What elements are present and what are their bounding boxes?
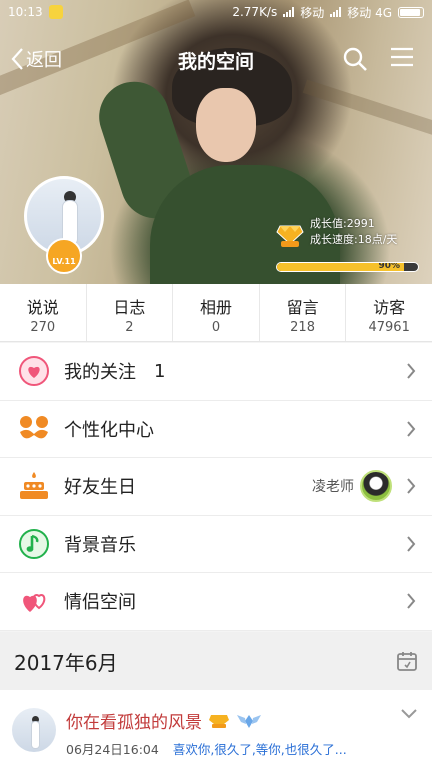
growth-progress-label: 90% bbox=[378, 262, 400, 271]
menu-item-label: 个性化中心 bbox=[64, 419, 154, 441]
stat-messages[interactable]: 留言 218 bbox=[260, 284, 347, 341]
back-button[interactable]: 返回 bbox=[10, 46, 62, 72]
growth-value-label: 成长值: bbox=[310, 217, 347, 230]
follow-count: 1 bbox=[154, 360, 166, 382]
stat-value: 0 bbox=[211, 320, 221, 335]
signal-icon bbox=[330, 7, 342, 17]
stat-label: 日志 bbox=[113, 298, 146, 317]
stat-value: 218 bbox=[290, 320, 315, 335]
chevron-right-icon bbox=[407, 363, 416, 379]
growth-panel[interactable]: 成长值:2991 成长速度:18点/天 90% bbox=[276, 216, 422, 272]
back-label: 返回 bbox=[26, 50, 62, 71]
stat-album[interactable]: 相册 0 bbox=[173, 284, 260, 341]
battery-icon bbox=[398, 6, 424, 18]
menu-item-label: 背景音乐 bbox=[64, 534, 136, 556]
calendar-icon[interactable] bbox=[396, 650, 418, 672]
app-notification-icon bbox=[48, 5, 63, 19]
chevron-left-icon bbox=[11, 48, 23, 70]
status-bar: 10:13 2.77K/s 移动 移动 4G bbox=[0, 0, 432, 24]
avatar-figure-body bbox=[32, 722, 39, 748]
double-heart-icon bbox=[23, 594, 46, 613]
cake-icon bbox=[20, 472, 48, 500]
birthday-friend-name: 凌老师 bbox=[312, 479, 354, 496]
stat-shuoshuo[interactable]: 说说 270 bbox=[0, 284, 87, 341]
growth-value-row: 成长值:2991 bbox=[310, 216, 422, 232]
level-badge-label: LV.11 bbox=[52, 256, 76, 266]
stat-value: 47961 bbox=[368, 320, 410, 335]
network-speed: 2.77K/s bbox=[232, 5, 278, 19]
stat-visitors[interactable]: 访客 47961 bbox=[346, 284, 432, 341]
stat-label: 访客 bbox=[373, 298, 406, 317]
menu-item-couple[interactable]: 情侣空间 bbox=[0, 573, 432, 631]
chevron-right-icon bbox=[407, 536, 416, 552]
cover-bg-beam bbox=[302, 79, 432, 155]
level-badge-icon[interactable]: LV.11 bbox=[46, 238, 82, 274]
chevron-right-icon bbox=[407, 421, 416, 437]
chevron-right-icon bbox=[407, 593, 416, 609]
menu-item-label: 我的关注 bbox=[64, 362, 136, 384]
music-note-icon bbox=[19, 528, 49, 559]
feed-avatar[interactable] bbox=[12, 708, 56, 752]
growth-progress-bar: 90% bbox=[276, 262, 419, 272]
menu-item-music[interactable]: 背景音乐 bbox=[0, 516, 432, 573]
feed-title[interactable]: 你在看孤独的风景 bbox=[66, 708, 202, 733]
search-icon[interactable] bbox=[342, 46, 368, 72]
friend-avatar bbox=[360, 470, 392, 503]
growth-speed-row: 成长速度:18点/天 bbox=[310, 232, 422, 248]
growth-value: 2991 bbox=[346, 217, 375, 230]
growth-speed: 18点/天 bbox=[357, 233, 398, 246]
stat-label: 相册 bbox=[199, 298, 232, 317]
stat-label: 说说 bbox=[26, 298, 59, 317]
vip-crown-icon bbox=[209, 714, 229, 728]
diamond-crown-icon bbox=[276, 225, 304, 247]
cover-figure-face bbox=[196, 88, 256, 162]
menu-item-personalize[interactable]: 个性化中心 bbox=[0, 401, 432, 458]
heart-icon bbox=[19, 356, 49, 387]
stat-label: 留言 bbox=[286, 298, 319, 317]
feed-message[interactable]: 喜欢你,很久了,等你,也很久了... bbox=[173, 739, 347, 758]
stat-value: 2 bbox=[125, 320, 134, 335]
nav-bar: 返回 我的空间 bbox=[0, 40, 432, 80]
chevron-down-icon[interactable] bbox=[400, 708, 418, 720]
signal-icon bbox=[283, 7, 295, 17]
date-header-label: 2017年6月 bbox=[14, 650, 118, 675]
stats-row: 说说 270 日志 2 相册 0 留言 218 访客 47961 bbox=[0, 284, 432, 342]
carrier-1: 移动 bbox=[300, 5, 325, 20]
mustache-icon bbox=[20, 415, 48, 439]
status-time: 10:13 bbox=[8, 5, 43, 19]
date-header: 2017年6月 bbox=[0, 632, 432, 690]
feed-title-row: 你在看孤独的风景 bbox=[66, 708, 432, 733]
growth-speed-label: 成长速度: bbox=[310, 233, 358, 246]
menu-item-birthday[interactable]: 好友生日 凌老师 bbox=[0, 458, 432, 516]
carrier-2: 移动 4G bbox=[347, 5, 392, 20]
stat-value: 270 bbox=[30, 320, 56, 335]
menu-item-follow[interactable]: 我的关注 1 bbox=[0, 343, 432, 401]
menu-item-label: 好友生日 bbox=[64, 477, 136, 499]
feed-item[interactable]: 你在看孤独的风景 06月24日16:04 喜欢你,很久了,等你,也很久了... bbox=[0, 690, 432, 768]
chevron-right-icon bbox=[407, 478, 416, 494]
stat-blog[interactable]: 日志 2 bbox=[87, 284, 174, 341]
menu-icon[interactable] bbox=[390, 46, 414, 68]
vip-wings-icon bbox=[237, 714, 261, 728]
menu-item-label: 情侣空间 bbox=[64, 592, 136, 614]
feed-time: 06月24日16:04 bbox=[66, 742, 159, 757]
menu-list: 我的关注 1 个性化中心 好友生日 凌老师 背景音乐 情侣空间 bbox=[0, 343, 432, 631]
